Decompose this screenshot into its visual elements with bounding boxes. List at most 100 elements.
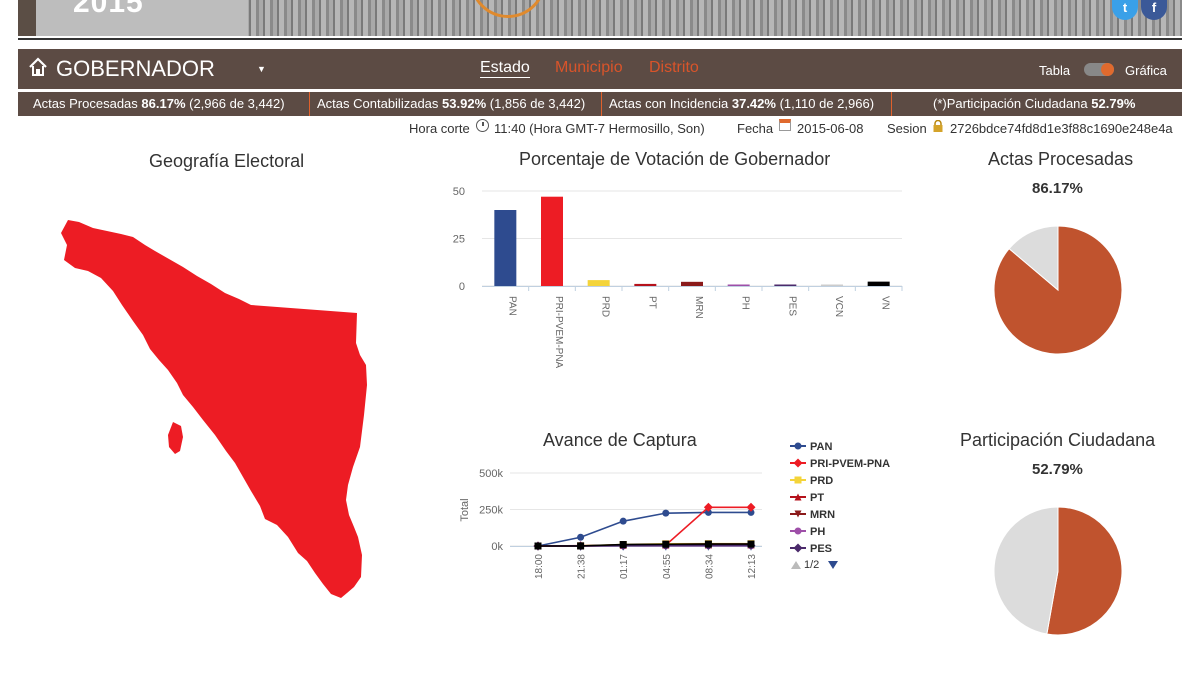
stat-label: Actas con Incidencia xyxy=(609,96,729,111)
view-toggle[interactable] xyxy=(1084,63,1114,76)
line-chart-legend: PAN PRI-PVEM-PNA PRD PT MRN PH PES 1/2 xyxy=(788,438,928,573)
pie2-value: 52.79% xyxy=(1032,461,1083,478)
tab-distrito[interactable]: Distrito xyxy=(649,59,699,77)
bar-mrn xyxy=(681,281,703,286)
logo-arc xyxy=(470,0,546,18)
stat-label: Actas Procesadas xyxy=(33,96,138,111)
stat-divider xyxy=(309,92,310,116)
nav-bar: GOBERNADOR ▼ Estado Municipio Distrito T… xyxy=(18,49,1182,89)
legend-marker xyxy=(794,476,802,484)
chevron-down-icon[interactable]: ▼ xyxy=(257,64,266,74)
x-tick-label: 18:00 xyxy=(534,554,545,579)
y-tick-label: 50 xyxy=(453,186,465,198)
bar-pes xyxy=(774,284,797,286)
bar-vn xyxy=(867,281,890,286)
x-tick-label: 21:38 xyxy=(577,554,588,579)
stat-value: 52.79% xyxy=(1091,96,1136,111)
stat-actas-contabilizadas: Actas Contabilizadas 53.92% (1,856 de 3,… xyxy=(317,96,585,111)
bar-vcn xyxy=(821,284,843,286)
series-point-pri-pvem-pna xyxy=(746,502,756,512)
election-type-select[interactable]: GOBERNADOR xyxy=(56,56,215,82)
series-point-vn xyxy=(534,542,542,550)
tab-estado[interactable]: Estado xyxy=(480,59,530,78)
stat-participacion: (*)Participación Ciudadana 52.79% xyxy=(933,96,1135,111)
series-point-pan xyxy=(577,533,585,541)
series-point-vn xyxy=(577,542,585,550)
x-tick-label: 01:17 xyxy=(619,554,630,579)
island-tiburon xyxy=(168,422,183,454)
stat-divider xyxy=(601,92,602,116)
x-tick-label: PRI-PVEM-PNA xyxy=(553,296,564,369)
logo-text: 2015 xyxy=(73,0,144,19)
sesion-value: 2726bdce74fd8d1e3f88c1690e248e4a xyxy=(950,121,1173,136)
y-tick-label: 500k xyxy=(479,468,503,480)
stat-label: (*)Participación Ciudadana xyxy=(933,96,1088,111)
line-chart-title: Avance de Captura xyxy=(543,430,697,450)
stat-actas-incidencia: Actas con Incidencia 37.42% (1,110 de 2,… xyxy=(609,96,874,111)
x-tick-label: PT xyxy=(646,296,657,309)
pie-slice-rest xyxy=(993,506,1059,635)
x-tick-label: VCN xyxy=(833,296,844,317)
fecha-label: Fecha xyxy=(737,121,774,136)
x-tick-label: PH xyxy=(740,296,751,310)
legend-marker xyxy=(793,458,803,468)
state-shape[interactable] xyxy=(61,220,367,598)
stat-detail: (2,966 de 3,442) xyxy=(189,96,285,111)
y-tick-label: 0 xyxy=(459,281,465,293)
stat-detail: (1,856 de 3,442) xyxy=(489,96,586,111)
capture-line-chart: 0k 250k 500k Total 18:00 21:38 01:17 04:55 08:34… xyxy=(459,468,762,579)
sonora-map[interactable] xyxy=(55,215,375,605)
toggle-knob xyxy=(1101,63,1114,76)
bar-chart-title: Porcentaje de Votación de Gobernador xyxy=(519,149,831,169)
bar-pt xyxy=(634,283,657,286)
legend-page: 1/2 xyxy=(804,559,819,571)
header-banner: 2015 xyxy=(18,0,1182,36)
site-logo: 2015 xyxy=(18,0,248,36)
x-tick-label: 12:13 xyxy=(747,554,758,579)
header-divider xyxy=(18,38,1182,40)
series-point-vn xyxy=(704,540,712,548)
sesion-label: Sesion xyxy=(887,121,927,136)
stat-divider xyxy=(891,92,892,116)
bar-ph xyxy=(727,284,750,286)
legend-marker xyxy=(793,543,803,553)
y-axis-label: Total xyxy=(459,498,471,521)
legend-label: PRD xyxy=(810,475,833,487)
grafica-label: Gráfica xyxy=(1125,63,1167,78)
y-tick-label: 0k xyxy=(491,541,503,553)
fecha-value: 2015-06-08 xyxy=(797,121,864,136)
legend-next-icon xyxy=(828,561,838,569)
tab-municipio[interactable]: Municipio xyxy=(555,59,623,77)
vote-bar-chart: 0 25 50 PAN PRI-PVEM-PNA PRD PT MRN PH PES VCN VN xyxy=(453,186,903,369)
tabla-label: Tabla xyxy=(1039,63,1071,78)
stat-label: Actas Contabilizadas xyxy=(317,96,439,111)
pie1-title: Actas Procesadas xyxy=(988,149,1134,169)
calendar-icon xyxy=(779,119,791,131)
legend-label: PH xyxy=(810,526,825,538)
series-point-pan xyxy=(619,517,627,525)
actas-procesadas-pie xyxy=(993,225,1123,355)
y-tick-label: 250k xyxy=(479,505,503,517)
legend-label: PT xyxy=(810,492,824,504)
x-tick-label: 04:55 xyxy=(662,554,673,579)
stat-value: 53.92% xyxy=(442,96,487,111)
x-tick-label: 08:34 xyxy=(704,554,715,579)
series-line-pan xyxy=(537,511,751,547)
series-point-vn xyxy=(619,541,627,549)
x-tick-label: VN xyxy=(880,296,891,310)
clock-icon xyxy=(476,119,489,132)
legend-label: PAN xyxy=(810,441,832,453)
legend-marker xyxy=(794,527,802,535)
bar-pri-pvem-pna xyxy=(541,196,563,286)
map-title: Geografía Electoral xyxy=(149,151,305,171)
legend-label: MRN xyxy=(810,509,835,521)
y-tick-label: 25 xyxy=(453,234,465,246)
legend-svg: PAN PRI-PVEM-PNA PRD PT MRN PH PES 1/2 xyxy=(790,441,890,571)
bar-prd xyxy=(587,280,610,286)
x-tick-label: PES xyxy=(786,296,797,316)
x-tick-label: PAN xyxy=(506,296,517,316)
home-icon[interactable] xyxy=(28,57,48,77)
stat-actas-procesadas: Actas Procesadas 86.17% (2,966 de 3,442) xyxy=(33,96,285,111)
bar-pan xyxy=(494,210,517,286)
hora-corte-value: 11:40 (Hora GMT-7 Hermosillo, Son) xyxy=(494,121,705,136)
